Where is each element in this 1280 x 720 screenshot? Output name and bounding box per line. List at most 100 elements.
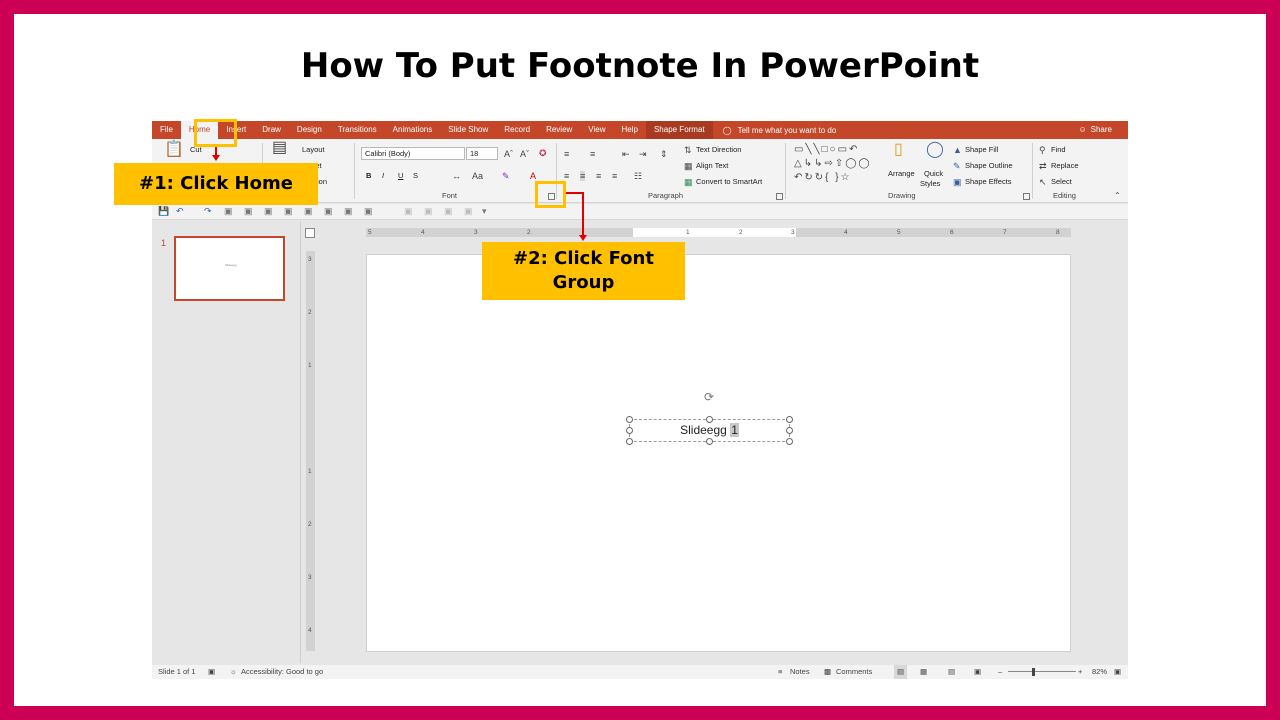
align-center-icon[interactable]: ≡	[580, 171, 586, 181]
undo-icon[interactable]: ↶	[176, 206, 184, 217]
align-objects-icon[interactable]: ▣	[304, 206, 313, 217]
layout-button[interactable]: Layout	[302, 145, 325, 154]
align-right-icon[interactable]: ≡	[596, 171, 601, 181]
tab-draw[interactable]: Draw	[254, 121, 289, 139]
redo-icon[interactable]: ↷	[204, 206, 212, 217]
tab-view[interactable]: View	[580, 121, 613, 139]
select-button[interactable]: Select	[1051, 177, 1072, 186]
resize-handle[interactable]	[706, 438, 713, 445]
grow-font-icon[interactable]: Aˆ	[504, 149, 513, 159]
rotate-handle-icon[interactable]: ⟳	[704, 390, 714, 404]
tab-transitions[interactable]: Transitions	[330, 121, 385, 139]
change-case-icon[interactable]: Aa	[472, 171, 483, 181]
shadow-button[interactable]: S	[413, 171, 418, 180]
arrange-button[interactable]: Arrange	[888, 169, 915, 178]
collapse-ribbon-icon[interactable]: ⌃	[1114, 191, 1121, 201]
tab-design[interactable]: Design	[289, 121, 330, 139]
resize-handle[interactable]	[626, 427, 633, 434]
drawing-dialog-launcher-icon[interactable]	[1023, 193, 1030, 200]
highlight-icon[interactable]: ✎	[502, 171, 510, 181]
shapes-gallery-row3-icon[interactable]: ↶↻↻{ }☆	[794, 173, 852, 183]
distribute-icon[interactable]: ▣	[324, 206, 333, 217]
underline-button[interactable]: U	[398, 171, 403, 180]
format-painter-icon[interactable]: ▣	[444, 206, 453, 217]
align-text-button[interactable]: Align Text	[696, 161, 728, 170]
bold-button[interactable]: B	[366, 171, 371, 180]
slide-thumbnail[interactable]: Slideegg	[174, 236, 285, 301]
normal-view-icon[interactable]: ▤	[894, 665, 908, 679]
ungroup-icon[interactable]: ▣	[364, 206, 373, 217]
quick-styles-label-1[interactable]: Quick	[924, 169, 943, 178]
increase-indent-icon[interactable]: ⇥	[639, 149, 647, 159]
quick-styles-icon[interactable]: ◯	[926, 142, 944, 158]
font-name-select[interactable]: Calibri (Body)	[361, 147, 465, 160]
accessibility-status[interactable]: Accessibility: Good to go	[241, 665, 323, 679]
char-spacing-icon[interactable]: ↔	[452, 171, 461, 181]
slide-editor[interactable]: ⟳ Slideegg 1	[366, 254, 1071, 652]
zoom-level[interactable]: 82%	[1092, 665, 1107, 679]
arrange-icon[interactable]: ▯	[894, 142, 903, 158]
zoom-in-icon[interactable]: +	[1078, 665, 1082, 679]
tab-shape-format[interactable]: Shape Format	[645, 121, 713, 139]
shape-effects-button[interactable]: Shape Effects	[965, 177, 1012, 186]
tab-slide-show[interactable]: Slide Show	[440, 121, 496, 139]
vertical-ruler[interactable]: 3 2 1 1 2 3 4	[306, 251, 315, 651]
tab-selector[interactable]	[305, 228, 315, 238]
save-icon[interactable]: 💾	[158, 206, 169, 217]
start-slideshow-icon[interactable]: ▣	[224, 206, 233, 217]
comments-button[interactable]: Comments	[836, 665, 872, 679]
tab-review[interactable]: Review	[538, 121, 580, 139]
shape-fill-button[interactable]: Shape Fill	[965, 145, 998, 154]
decrease-indent-icon[interactable]: ⇤	[622, 149, 630, 159]
numbering-icon[interactable]: ≡	[590, 149, 595, 159]
notes-page-icon[interactable]: ▣	[208, 665, 215, 679]
columns-icon[interactable]: ☷	[634, 171, 642, 181]
duplicate-icon[interactable]: ▣	[464, 206, 473, 217]
zoom-slider-thumb[interactable]	[1032, 668, 1035, 676]
bullets-icon[interactable]: ≡	[564, 149, 569, 159]
zoom-slider[interactable]	[1008, 671, 1076, 672]
horizontal-ruler[interactable]: 5 4 3 2 1 2 3 4 5 6 7 8	[366, 228, 1071, 237]
font-size-select[interactable]: 18	[466, 147, 498, 160]
touch-mode-icon[interactable]: ▣	[244, 206, 253, 217]
resize-handle[interactable]	[626, 438, 633, 445]
resize-handle[interactable]	[706, 416, 713, 423]
font-color-icon[interactable]: A	[530, 171, 536, 181]
resize-handle[interactable]	[786, 416, 793, 423]
pane-divider[interactable]	[300, 221, 301, 663]
resize-handle[interactable]	[786, 438, 793, 445]
new-slide-icon[interactable]: ▤	[272, 140, 287, 156]
text-direction-button[interactable]: Text Direction	[696, 145, 741, 154]
customize-qat-icon[interactable]: ▾	[482, 206, 487, 217]
group-icon[interactable]: ▣	[344, 206, 353, 217]
notes-button[interactable]: Notes	[790, 665, 810, 679]
tab-animations[interactable]: Animations	[385, 121, 441, 139]
tab-file[interactable]: File	[152, 121, 181, 139]
clear-format-icon[interactable]: ✪	[539, 148, 547, 158]
spelling-icon[interactable]: ▣	[264, 206, 273, 217]
share-button[interactable]: ☺ Share	[1078, 121, 1112, 139]
send-backward-icon[interactable]: ▣	[424, 206, 433, 217]
justify-icon[interactable]: ≡	[612, 171, 617, 181]
reading-view-icon[interactable]: ▤	[948, 665, 955, 679]
tab-record[interactable]: Record	[496, 121, 538, 139]
quick-styles-label-2[interactable]: Styles	[920, 179, 940, 188]
paragraph-dialog-launcher-icon[interactable]	[776, 193, 783, 200]
resize-handle[interactable]	[626, 416, 633, 423]
resize-handle[interactable]	[786, 427, 793, 434]
replace-button[interactable]: Replace	[1051, 161, 1079, 170]
line-spacing-icon[interactable]: ⇕	[660, 149, 668, 159]
shapes-gallery-icon[interactable]: ▭╲╲□○▭↶	[794, 145, 859, 155]
shrink-font-icon[interactable]: Aˇ	[520, 149, 529, 159]
find-button[interactable]: Find	[1051, 145, 1066, 154]
paste-icon[interactable]: 📋	[164, 142, 184, 158]
align-left-icon[interactable]: ≡	[564, 171, 569, 181]
shape-outline-button[interactable]: Shape Outline	[965, 161, 1013, 170]
tell-me-search[interactable]: ◯ Tell me what you want to do	[723, 126, 837, 135]
lock-icon[interactable]: ▣	[284, 206, 293, 217]
slideshow-view-icon[interactable]: ▣	[974, 665, 981, 679]
fit-to-window-icon[interactable]: ▣	[1114, 665, 1121, 679]
slide-sorter-icon[interactable]: ▦	[920, 665, 927, 679]
italic-button[interactable]: I	[382, 171, 384, 180]
shapes-gallery-row2-icon[interactable]: △↳↳⇨⇧◯◯	[794, 159, 872, 169]
